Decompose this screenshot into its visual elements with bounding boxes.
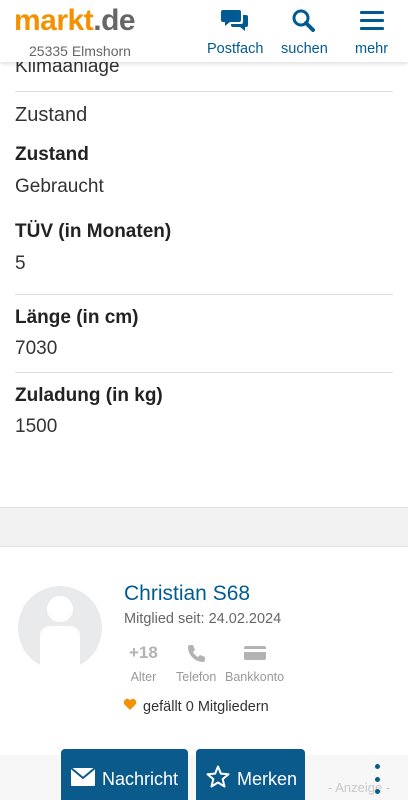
logo-tld: de xyxy=(101,4,136,37)
field-value-zustand: Gebraucht xyxy=(15,176,104,197)
nav-suchen[interactable]: suchen xyxy=(281,8,328,57)
field-label-laenge: Länge (in cm) xyxy=(15,307,139,328)
field-label-zuladung: Zuladung (in kg) xyxy=(15,385,163,406)
divider xyxy=(15,294,393,295)
badge-telefon-label: Telefon xyxy=(176,670,217,684)
field-label-tuev: TÜV (in Monaten) xyxy=(15,221,172,242)
chat-bubbles-icon xyxy=(221,8,249,37)
likes-info: gefällt 0 Mitgliedern xyxy=(123,698,269,715)
message-button-label: Nachricht xyxy=(102,768,179,789)
field-value-tuev: 5 xyxy=(15,253,26,274)
divider xyxy=(15,372,393,373)
member-since: Mitglied seit: 24.02.2024 xyxy=(124,611,282,627)
badge-bankkonto-label: Bankkonto xyxy=(225,670,285,684)
save-button-label: Merken xyxy=(237,768,298,789)
location-label[interactable]: 25335 Elmshorn xyxy=(29,43,131,59)
search-icon xyxy=(291,8,317,37)
divider xyxy=(15,91,393,92)
age-badge-value: +18 xyxy=(129,643,158,662)
envelope-icon xyxy=(70,766,96,791)
likes-text: gefällt 0 Mitgliedern xyxy=(143,698,269,715)
badge-alter-label: Alter xyxy=(130,670,157,684)
phone-icon xyxy=(186,642,206,664)
section-title-zustand: Zustand xyxy=(15,104,88,126)
section-separator xyxy=(0,507,408,547)
badge-alter: +18 Alter xyxy=(129,642,158,684)
credit-card-icon xyxy=(243,642,267,664)
star-icon xyxy=(206,765,230,794)
nav-mehr[interactable]: mehr xyxy=(355,8,388,57)
heart-icon xyxy=(123,698,137,715)
logo-dot: . xyxy=(93,4,102,37)
user-placeholder-icon xyxy=(18,596,102,670)
more-options-icon[interactable] xyxy=(370,764,384,794)
message-button[interactable]: Nachricht xyxy=(61,749,188,800)
avatar[interactable] xyxy=(18,586,102,670)
menu-icon xyxy=(359,8,385,37)
site-logo[interactable]: markt.de xyxy=(14,4,136,38)
field-label-zustand: Zustand xyxy=(15,144,89,165)
nav-postfach-label: Postfach xyxy=(207,41,264,57)
badge-telefon: Telefon xyxy=(176,642,216,684)
nav-suchen-label: suchen xyxy=(281,41,328,57)
logo-brand: markt xyxy=(14,4,94,37)
nav-postfach[interactable]: Postfach xyxy=(207,8,263,57)
seller-name[interactable]: Christian S68 xyxy=(124,582,250,606)
nav-mehr-label: mehr xyxy=(355,41,389,57)
site-header: markt.de 25335 Elmshorn Postfach suchen xyxy=(0,0,408,62)
badge-bankkonto: Bankkonto xyxy=(225,642,284,684)
field-value-zuladung: 1500 xyxy=(15,416,58,437)
field-value-laenge: 7030 xyxy=(15,338,58,359)
save-button[interactable]: Merken xyxy=(196,749,305,800)
